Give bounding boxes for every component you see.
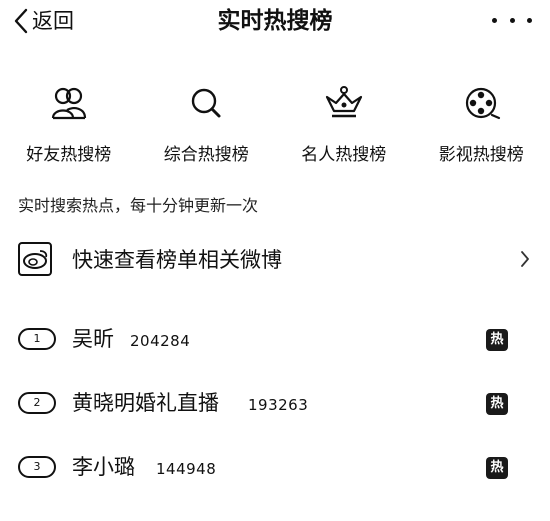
category-friends-hot[interactable]: 好友热搜榜	[4, 82, 134, 174]
list-item[interactable]: 1 吴昕 204284 热	[0, 312, 550, 376]
quick-view-label: 快速查看榜单相关微博	[72, 248, 282, 272]
hot-title: 黄晓明婚礼直播	[72, 391, 219, 415]
category-tabs: 好友热搜榜 综合热搜榜 名人热搜榜 影视热搜榜	[0, 82, 550, 174]
search-icon	[192, 88, 221, 118]
category-label: 名人热搜榜	[301, 145, 387, 165]
hot-badge-icon: 热	[486, 457, 508, 479]
hot-badge-icon: 热	[486, 393, 508, 415]
hot-badge-icon: 热	[486, 329, 508, 351]
hot-title: 李小璐	[72, 455, 135, 479]
list-item[interactable]: 2 黄晓明婚礼直播 193263 热	[0, 376, 550, 440]
category-celebrity-hot[interactable]: 名人热搜榜	[279, 82, 409, 174]
category-label: 影视热搜榜	[438, 145, 524, 165]
weibo-logo-icon	[18, 242, 52, 276]
rank-badge: 1	[18, 328, 56, 350]
list-item[interactable]: 3 李小璐 144948 热	[0, 440, 550, 504]
category-general-hot[interactable]: 综合热搜榜	[141, 82, 271, 174]
category-label: 综合热搜榜	[163, 145, 249, 165]
crown-icon	[325, 86, 362, 118]
quick-view-row[interactable]: 快速查看榜单相关微博	[0, 236, 550, 288]
friends-icon	[51, 87, 86, 120]
hot-title: 吴昕	[72, 327, 114, 351]
hot-count: 144948	[156, 460, 217, 478]
navigation-bar: 返回 实时热搜榜	[0, 0, 550, 44]
more-menu-button[interactable]	[492, 10, 532, 30]
update-note: 实时搜索热点，每十分钟更新一次	[18, 196, 259, 215]
hot-count: 193263	[248, 396, 309, 414]
category-label: 好友热搜榜	[26, 145, 112, 165]
rank-badge: 2	[18, 392, 56, 414]
category-film-hot[interactable]: 影视热搜榜	[416, 82, 546, 174]
hot-count: 204284	[130, 332, 191, 350]
rank-badge: 3	[18, 456, 56, 478]
hot-search-list: 1 吴昕 204284 热 2 黄晓明婚礼直播 193263 热 3 李小璐 1…	[0, 312, 550, 504]
page-title: 实时热搜榜	[217, 8, 333, 34]
chevron-right-icon	[521, 251, 529, 267]
more-dots-icon	[492, 17, 532, 23]
film-reel-icon	[466, 87, 501, 120]
